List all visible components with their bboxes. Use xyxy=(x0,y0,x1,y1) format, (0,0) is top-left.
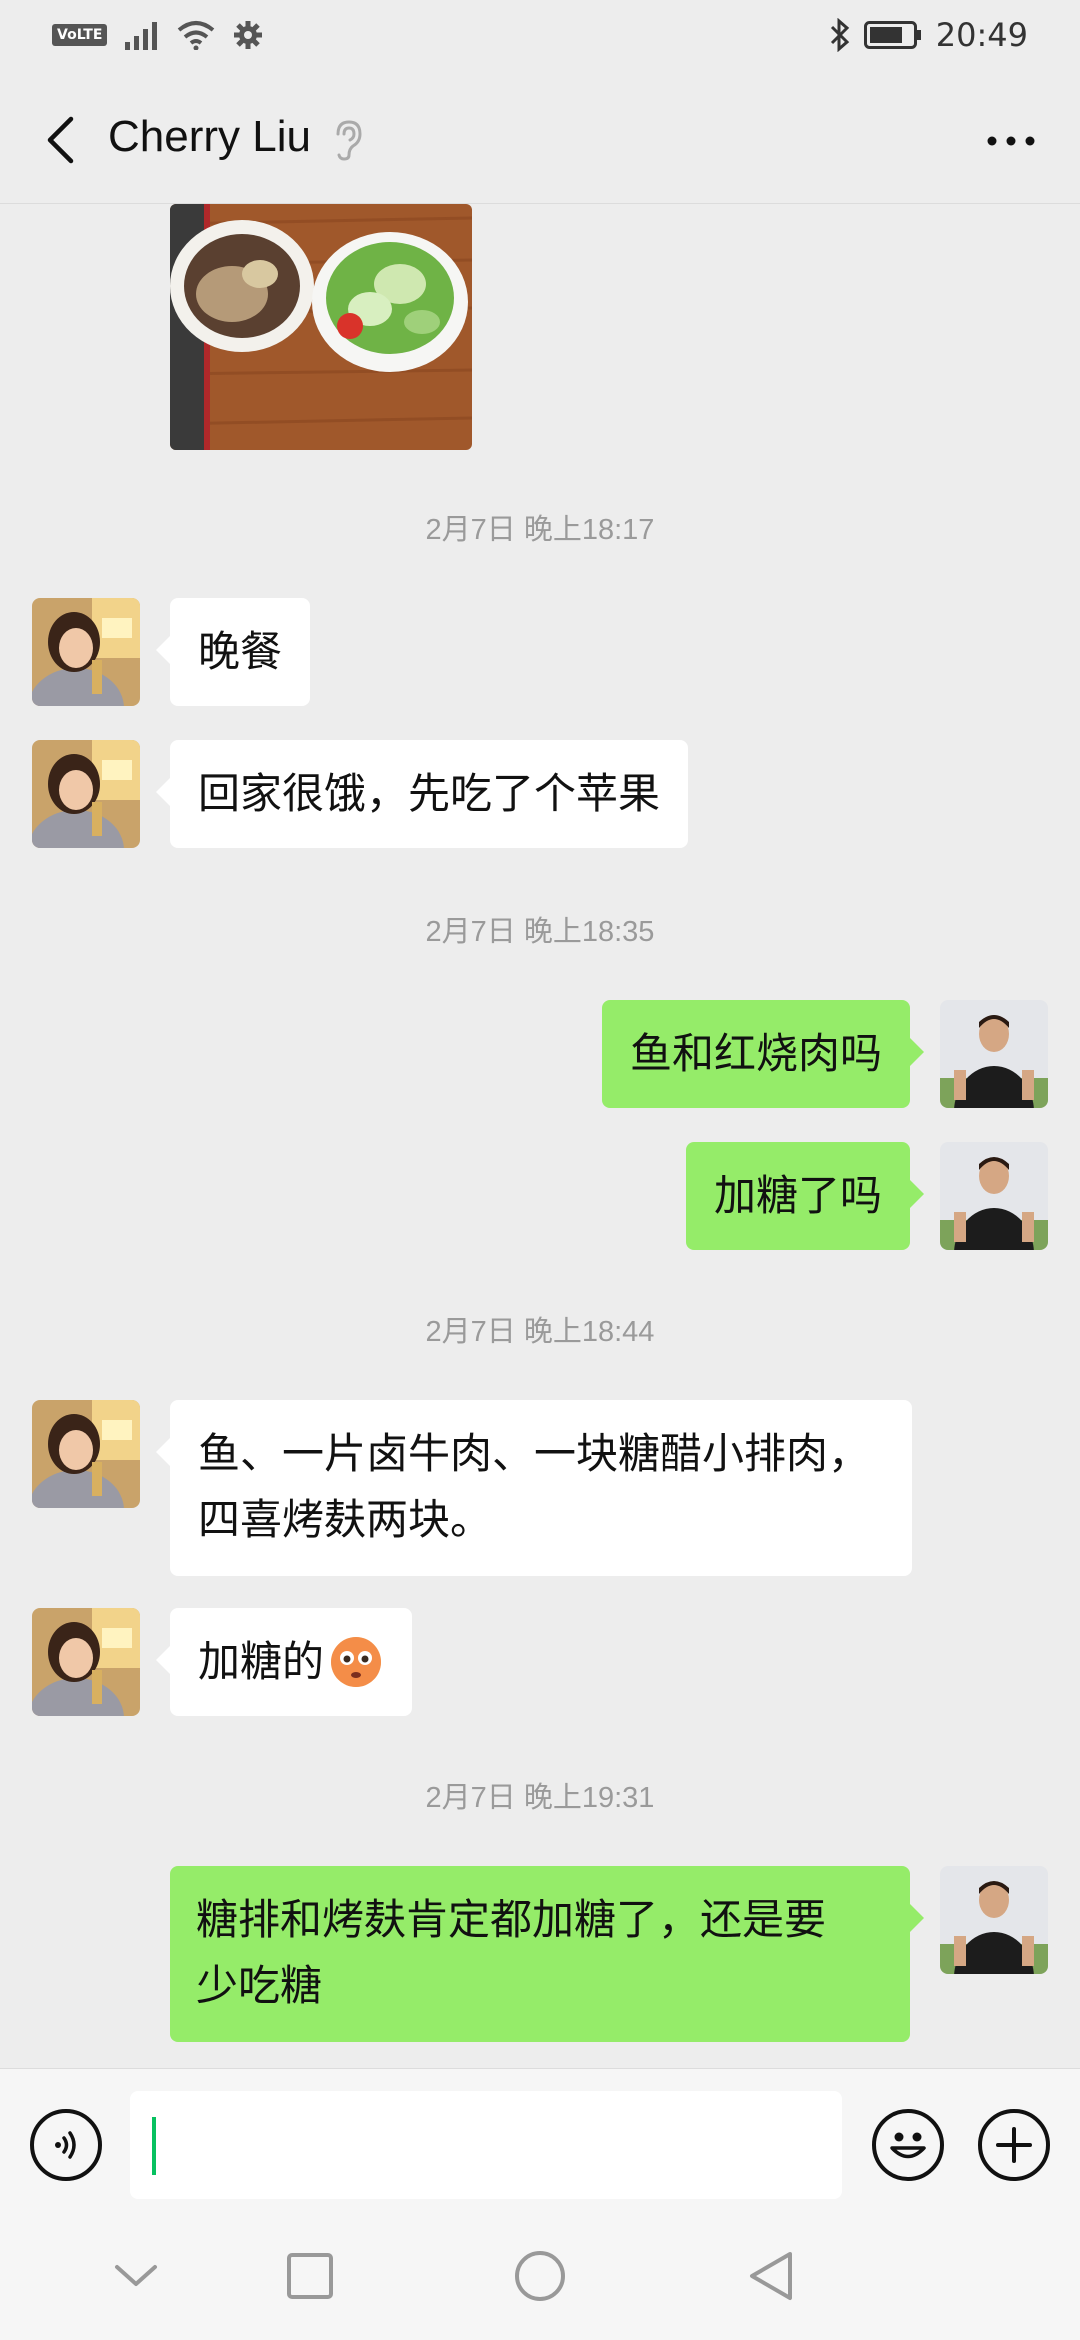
flushed-face-emoji-icon xyxy=(331,1637,382,1687)
wifi-icon xyxy=(178,21,215,50)
nav-recents-button[interactable] xyxy=(280,2246,340,2306)
more-button[interactable] xyxy=(976,116,1046,166)
message-received[interactable]: 加糖的 xyxy=(155,1608,413,1716)
input-toolbar xyxy=(0,2068,1080,2210)
emoji-icon xyxy=(890,2132,926,2159)
message-text: 回家很饿，先吃了个苹果 xyxy=(198,769,661,818)
avatar-me-image xyxy=(940,1866,1048,1974)
plus-button[interactable] xyxy=(978,2109,1050,2181)
timestamp: 2月7日 晚上18:17 xyxy=(425,514,655,546)
chevron-left-icon xyxy=(47,116,74,164)
avatar-cherry[interactable] xyxy=(32,598,140,706)
voice-button[interactable] xyxy=(30,2109,102,2181)
nav-back-button[interactable] xyxy=(740,2246,800,2306)
message-sent[interactable]: 加糖了吗 xyxy=(685,1142,925,1250)
message-received[interactable]: 回家很饿，先吃了个苹果 xyxy=(155,740,689,848)
message-text-line: 鱼、一片卤牛肉、一块糖醋小排肉， xyxy=(198,1429,871,1478)
chat-header: Cherry Liu xyxy=(0,76,1080,204)
status-bar: VoLTE 20:49 xyxy=(0,0,1080,76)
bluetooth-icon xyxy=(830,18,849,52)
message-text-line: 四喜烤麸两块。 xyxy=(198,1495,493,1544)
page-title: Cherry Liu xyxy=(108,112,311,161)
signal-icon xyxy=(125,22,158,50)
back-button[interactable] xyxy=(30,106,90,174)
avatar-me[interactable] xyxy=(940,1142,1048,1250)
avatar-cherry-image xyxy=(32,598,140,706)
food-photo-message[interactable] xyxy=(170,204,472,450)
chat-area[interactable]: 2月7日 晚上18:17 晚餐 回家很饿，先吃了个苹果 2月7日 晚上18:35… xyxy=(0,204,1080,2068)
message-text: 加糖了吗 xyxy=(713,1171,882,1220)
message-sent[interactable]: 鱼和红烧肉吗 xyxy=(601,1000,925,1108)
settings-gear-icon xyxy=(234,21,263,49)
message-text: 鱼和红烧肉吗 xyxy=(629,1029,882,1078)
avatar-cherry[interactable] xyxy=(32,1400,140,1508)
square-icon xyxy=(287,2253,333,2299)
food-photo-image xyxy=(170,204,472,450)
battery-icon xyxy=(863,21,921,49)
timestamp: 2月7日 晚上18:35 xyxy=(425,916,655,948)
voice-icon xyxy=(55,2131,76,2159)
avatar-cherry-image xyxy=(32,740,140,848)
message-text-line: 少吃糖 xyxy=(196,1961,323,2010)
message-text: 晚餐 xyxy=(198,627,283,676)
text-cursor xyxy=(152,2117,156,2175)
ear-icon xyxy=(336,120,362,161)
message-input[interactable] xyxy=(130,2091,842,2199)
avatar-cherry-image xyxy=(32,1608,140,1716)
message-text: 加糖的 xyxy=(198,1637,325,1686)
emoji-button[interactable] xyxy=(872,2109,944,2181)
plus-icon xyxy=(996,2127,1032,2163)
message-received[interactable]: 鱼、一片卤牛肉、一块糖醋小排肉， 四喜烤麸两块。 xyxy=(156,1400,912,1576)
avatar-me[interactable] xyxy=(940,1000,1048,1108)
avatar-cherry[interactable] xyxy=(32,1608,140,1716)
circle-icon xyxy=(515,2251,565,2301)
status-time: 20:49 xyxy=(935,16,1028,54)
more-dots-icon xyxy=(987,136,1035,146)
nav-hide-keyboard-button[interactable] xyxy=(106,2246,166,2306)
system-nav-bar xyxy=(0,2210,1080,2340)
triangle-back-icon xyxy=(750,2252,792,2300)
message-sent[interactable]: 糖排和烤麸肯定都加糖了，还是要 少吃糖 xyxy=(170,1866,924,2042)
timestamp: 2月7日 晚上18:44 xyxy=(425,1316,655,1348)
avatar-cherry-image xyxy=(32,1400,140,1508)
avatar-cherry[interactable] xyxy=(32,740,140,848)
avatar-me[interactable] xyxy=(940,1866,1048,1974)
nav-home-button[interactable] xyxy=(510,2246,570,2306)
message-text-line: 糖排和烤麸肯定都加糖了，还是要 xyxy=(196,1895,827,1944)
timestamp: 2月7日 晚上19:31 xyxy=(425,1782,655,1814)
message-received[interactable]: 晚餐 xyxy=(155,598,311,706)
avatar-me-image xyxy=(940,1000,1048,1108)
avatar-me-image xyxy=(940,1142,1048,1250)
chevron-down-icon xyxy=(115,2265,157,2286)
volte-badge: VoLTE xyxy=(52,24,108,46)
